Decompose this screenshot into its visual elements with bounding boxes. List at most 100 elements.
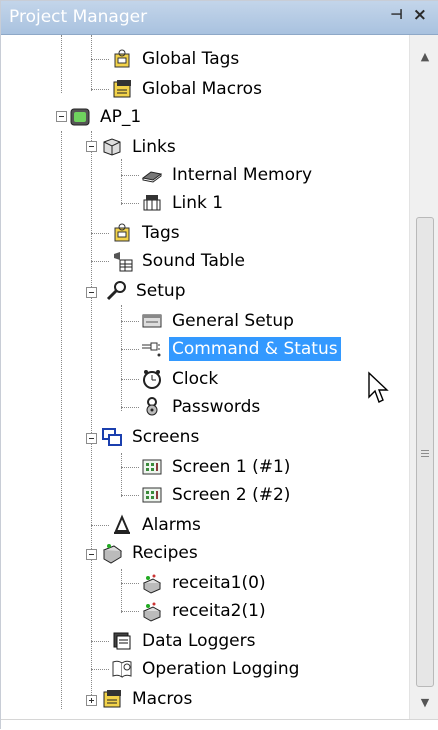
tree-item-label: Clock — [172, 369, 219, 389]
tree-item-label: Screens — [132, 427, 200, 447]
collapse-toggle-screens[interactable] — [86, 433, 97, 444]
tree-item-macros[interactable]: Macros — [101, 685, 195, 713]
collapse-toggle-setup[interactable] — [86, 287, 97, 298]
tree-item-label: Global Macros — [142, 79, 262, 99]
panel-title: Project Manager — [9, 7, 148, 27]
tree-guide — [91, 89, 109, 90]
grip-icon — [421, 448, 429, 459]
alarm-bell-icon — [114, 514, 130, 534]
tree-item-general-setup[interactable]: General Setup — [141, 307, 297, 335]
macro-icon — [103, 690, 121, 708]
tree-item-sound-table[interactable]: Sound Table — [111, 247, 248, 275]
screens-icon — [102, 428, 122, 446]
collapse-toggle-links[interactable] — [86, 141, 97, 152]
tree-guide — [91, 35, 92, 91]
tree-item-label: AP_1 — [100, 107, 142, 127]
tree-item-internal-memory[interactable]: Internal Memory — [141, 161, 315, 189]
tree-item-label: Internal Memory — [172, 165, 313, 185]
tree-item-label: Passwords — [172, 397, 261, 417]
recipe-icon — [142, 602, 162, 622]
title-bar: Project Manager ⊣ × — [1, 1, 438, 35]
scroll-up-button[interactable]: ▲ — [410, 43, 438, 71]
links-icon — [103, 138, 121, 156]
tree-item-global-tags[interactable]: Global Tags — [111, 45, 242, 73]
tree-item-receita1[interactable]: receita1(0) — [141, 569, 269, 597]
tree-guide — [91, 233, 109, 234]
tag-icon — [114, 223, 130, 242]
general-setup-icon — [142, 314, 162, 328]
tree-item-receita2[interactable]: receita2(1) — [141, 597, 269, 625]
tree-item-label: Command & Status — [169, 337, 341, 361]
tree-guide — [61, 131, 62, 709]
tree-guide — [121, 569, 122, 613]
tree-item-passwords[interactable]: Passwords — [141, 393, 263, 421]
mouse-cursor-icon — [368, 371, 389, 403]
tree-guide — [121, 321, 139, 322]
tag-icon — [114, 49, 130, 68]
close-icon[interactable]: × — [413, 5, 427, 25]
tree-item-label: Screen 1 (#1) — [172, 457, 291, 477]
tree-item-operation-logging[interactable]: Operation Logging — [111, 655, 302, 683]
tree-guide — [121, 379, 139, 380]
tree-guide — [121, 159, 122, 205]
tree-item-setup[interactable]: Setup — [105, 277, 188, 305]
tree-guide — [121, 175, 139, 176]
tree-item-tags[interactable]: Tags — [111, 219, 183, 247]
tree-guide — [121, 453, 122, 497]
screen-icon — [142, 487, 162, 503]
scroll-thumb[interactable] — [416, 217, 434, 687]
tree-guide — [121, 467, 139, 468]
tree-item-ap1[interactable]: AP_1 — [69, 103, 144, 131]
scroll-down-button[interactable]: ▼ — [410, 689, 438, 717]
device-icon — [70, 108, 90, 126]
vertical-scrollbar[interactable]: ▲ ▼ — [409, 35, 438, 719]
tree-item-label: Link 1 — [172, 193, 224, 213]
tree-guide — [121, 611, 139, 612]
screen-icon — [142, 459, 162, 475]
tree-item-screen1[interactable]: Screen 1 (#1) — [141, 453, 293, 481]
macro-icon — [113, 80, 131, 98]
tree-item-recipes[interactable]: Recipes — [101, 539, 201, 567]
tree-guide — [121, 407, 139, 408]
tree-guide — [121, 583, 139, 584]
tree-item-data-loggers[interactable]: Data Loggers — [111, 627, 258, 655]
tree-item-global-macros[interactable]: Global Macros — [111, 75, 265, 103]
data-logger-icon — [113, 632, 131, 650]
tree-guide — [91, 669, 109, 670]
expand-toggle-macros[interactable] — [86, 695, 97, 706]
tree-item-label: Data Loggers — [142, 631, 256, 651]
memory-chip-icon — [141, 171, 163, 183]
tree-item-screens[interactable]: Screens — [101, 423, 202, 451]
tree-item-command-status[interactable]: Command & Status — [141, 335, 341, 363]
recipe-icon — [142, 574, 162, 594]
wrench-icon — [106, 281, 126, 301]
tree-item-label: receita1(0) — [172, 573, 266, 593]
tree-item-clock[interactable]: Clock — [141, 365, 221, 393]
tree-item-screen2[interactable]: Screen 2 (#2) — [141, 481, 293, 509]
tree-item-label: Operation Logging — [142, 659, 300, 679]
command-status-icon — [142, 342, 161, 357]
tree-guide — [121, 349, 139, 350]
tree-guide — [91, 59, 109, 60]
tree-item-label: receita2(1) — [172, 601, 266, 621]
tree-item-label: Alarms — [142, 515, 201, 535]
project-tree[interactable]: Global Tags Global Macros AP_1 Links Int… — [1, 35, 409, 719]
clock-icon — [143, 370, 161, 389]
tree-item-label: Macros — [132, 689, 193, 709]
project-manager-panel: Project Manager ⊣ × Global Tags Global M… — [0, 0, 438, 730]
tree-item-alarms[interactable]: Alarms — [111, 511, 204, 539]
collapse-toggle-ap1[interactable] — [56, 111, 67, 122]
collapse-toggle-recipes[interactable] — [86, 549, 97, 560]
tree-item-label: Sound Table — [142, 251, 245, 271]
pin-icon[interactable]: ⊣ — [390, 7, 403, 23]
password-icon — [146, 397, 158, 416]
tree-item-label: Tags — [142, 223, 180, 243]
tree-item-links[interactable]: Links — [101, 133, 179, 161]
tree-item-label: Links — [132, 137, 176, 157]
bottom-border — [1, 719, 438, 730]
tree-item-label: Recipes — [132, 543, 198, 563]
tree-guide — [121, 495, 139, 496]
tree-guide — [91, 261, 109, 262]
tree-item-label: Global Tags — [142, 49, 240, 69]
tree-item-link1[interactable]: Link 1 — [141, 189, 226, 217]
